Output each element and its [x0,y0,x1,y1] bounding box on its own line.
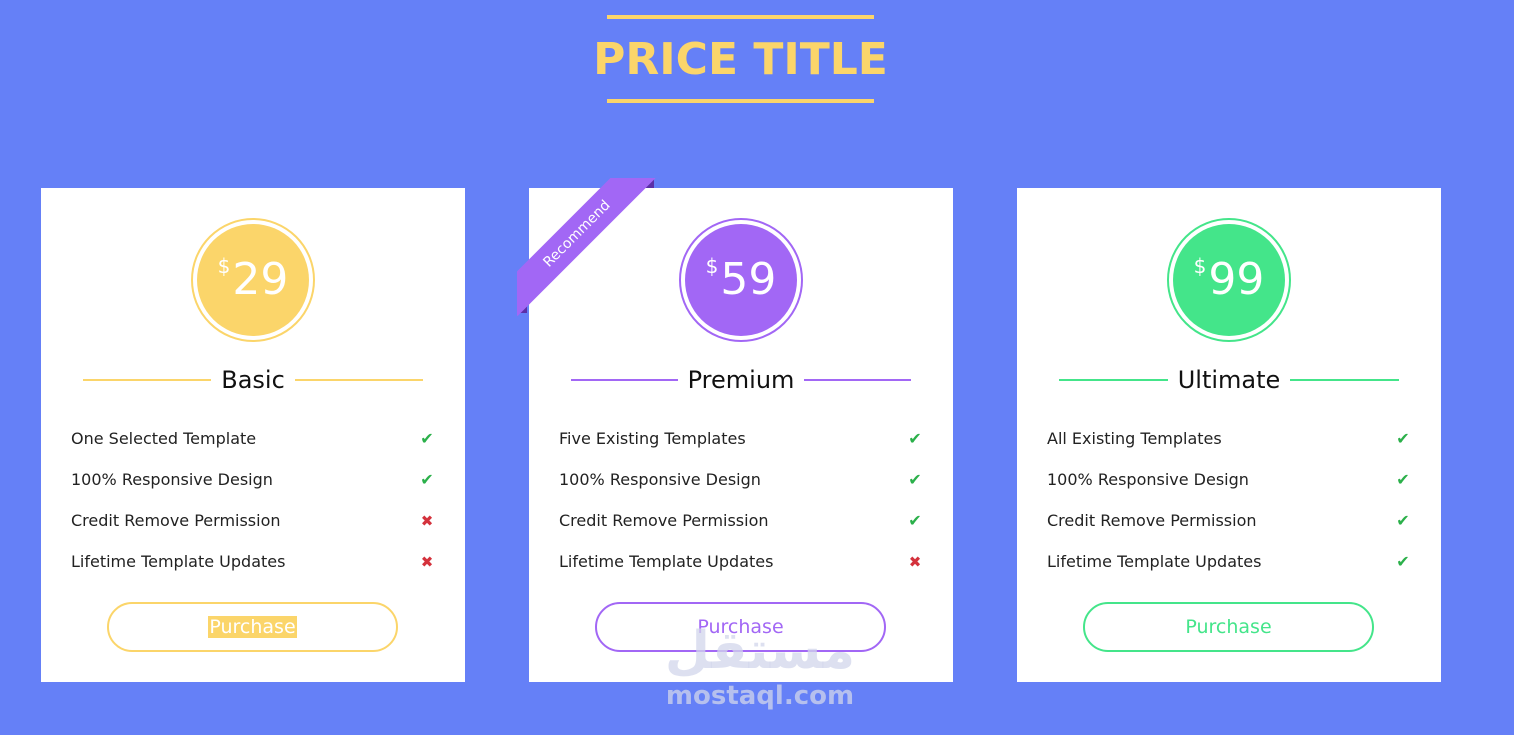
feature-label: One Selected Template [71,429,257,448]
check-icon: ✔ [908,429,922,448]
feature-label: Five Existing Templates [559,429,746,448]
feature-item: Credit Remove Permission ✔ [559,500,923,541]
currency-symbol: $ [705,254,719,278]
feature-item: Five Existing Templates ✔ [559,418,923,459]
check-icon: ✔ [1396,470,1410,489]
feature-label: Credit Remove Permission [559,511,769,530]
purchase-label: Purchase [208,616,297,638]
feature-list: All Existing Templates ✔ 100% Responsive … [1047,418,1411,582]
divider-left [571,379,678,381]
feature-label: 100% Responsive Design [71,470,273,489]
purchase-button[interactable]: Purchase [107,602,398,652]
recommend-ribbon: Recommend [517,178,657,318]
purchase-label: Purchase [1185,616,1272,638]
feature-item: 100% Responsive Design ✔ [559,459,923,500]
price-badge: $ 59 [679,218,803,342]
feature-item: All Existing Templates ✔ [1047,418,1411,459]
feature-label: 100% Responsive Design [559,470,761,489]
feature-item: Lifetime Template Updates ✖ [559,541,923,582]
currency-symbol: $ [1193,254,1207,278]
divider-left [83,379,212,381]
feature-label: Credit Remove Permission [1047,511,1257,530]
cross-icon: ✖ [420,552,434,571]
feature-item: Credit Remove Permission ✔ [1047,500,1411,541]
check-icon: ✔ [1396,429,1410,448]
feature-label: 100% Responsive Design [1047,470,1249,489]
plan-name: Premium [687,366,795,394]
plan-heading: Basic [83,364,424,396]
watermark-latin: mostaql.com [665,681,855,711]
currency-symbol: $ [217,254,231,278]
page-title: PRICE TITLE [593,33,888,85]
divider-left [1059,379,1168,381]
plan-name: Ultimate [1177,366,1281,394]
feature-item: Lifetime Template Updates ✔ [1047,541,1411,582]
check-icon: ✔ [420,429,434,448]
watermark-logo: مستقل mostaql.com [640,625,880,711]
price-badge: $ 99 [1167,218,1291,342]
feature-label: Lifetime Template Updates [559,552,774,571]
price-amount: 59 [720,254,777,305]
ribbon-fold [517,303,527,313]
ribbon-label: Recommend [517,178,657,317]
check-icon: ✔ [1396,511,1410,530]
price-badge: $ 29 [191,218,315,342]
divider-right [1290,379,1400,381]
feature-list: One Selected Template ✔ 100% Responsive D… [71,418,435,582]
feature-item: Credit Remove Permission ✖ [71,500,435,541]
check-icon: ✔ [420,470,434,489]
pricing-card-basic: $ 29 Basic One Selected Template ✔ 100% R… [41,188,465,682]
ribbon-fold [644,178,654,188]
watermark-arabic: مستقل [664,621,856,681]
feature-item: Lifetime Template Updates ✖ [71,541,435,582]
page-title-frame: PRICE TITLE [593,15,888,103]
check-icon: ✔ [908,470,922,489]
price-amount: 99 [1208,254,1265,305]
plan-name: Basic [221,366,285,394]
feature-item: 100% Responsive Design ✔ [71,459,435,500]
feature-label: Credit Remove Permission [71,511,281,530]
cross-icon: ✖ [908,552,922,571]
plan-heading: Ultimate [1059,364,1400,396]
check-icon: ✔ [1396,552,1410,571]
pricing-card-ultimate: $ 99 Ultimate All Existing Templates ✔ 10… [1017,188,1441,682]
price-amount: 29 [232,254,289,305]
feature-label: All Existing Templates [1047,429,1222,448]
purchase-button[interactable]: Purchase [1083,602,1374,652]
feature-item: One Selected Template ✔ [71,418,435,459]
check-icon: ✔ [908,511,922,530]
divider-right [804,379,912,381]
cross-icon: ✖ [420,511,434,530]
feature-item: 100% Responsive Design ✔ [1047,459,1411,500]
feature-label: Lifetime Template Updates [1047,552,1262,571]
divider-right [294,379,424,381]
plan-heading: Premium [571,364,912,396]
feature-label: Lifetime Template Updates [71,552,286,571]
pricing-card-premium: Recommend $ 59 Premium Five Existing Tem… [517,178,953,682]
feature-list: Five Existing Templates ✔ 100% Responsive… [559,418,923,582]
